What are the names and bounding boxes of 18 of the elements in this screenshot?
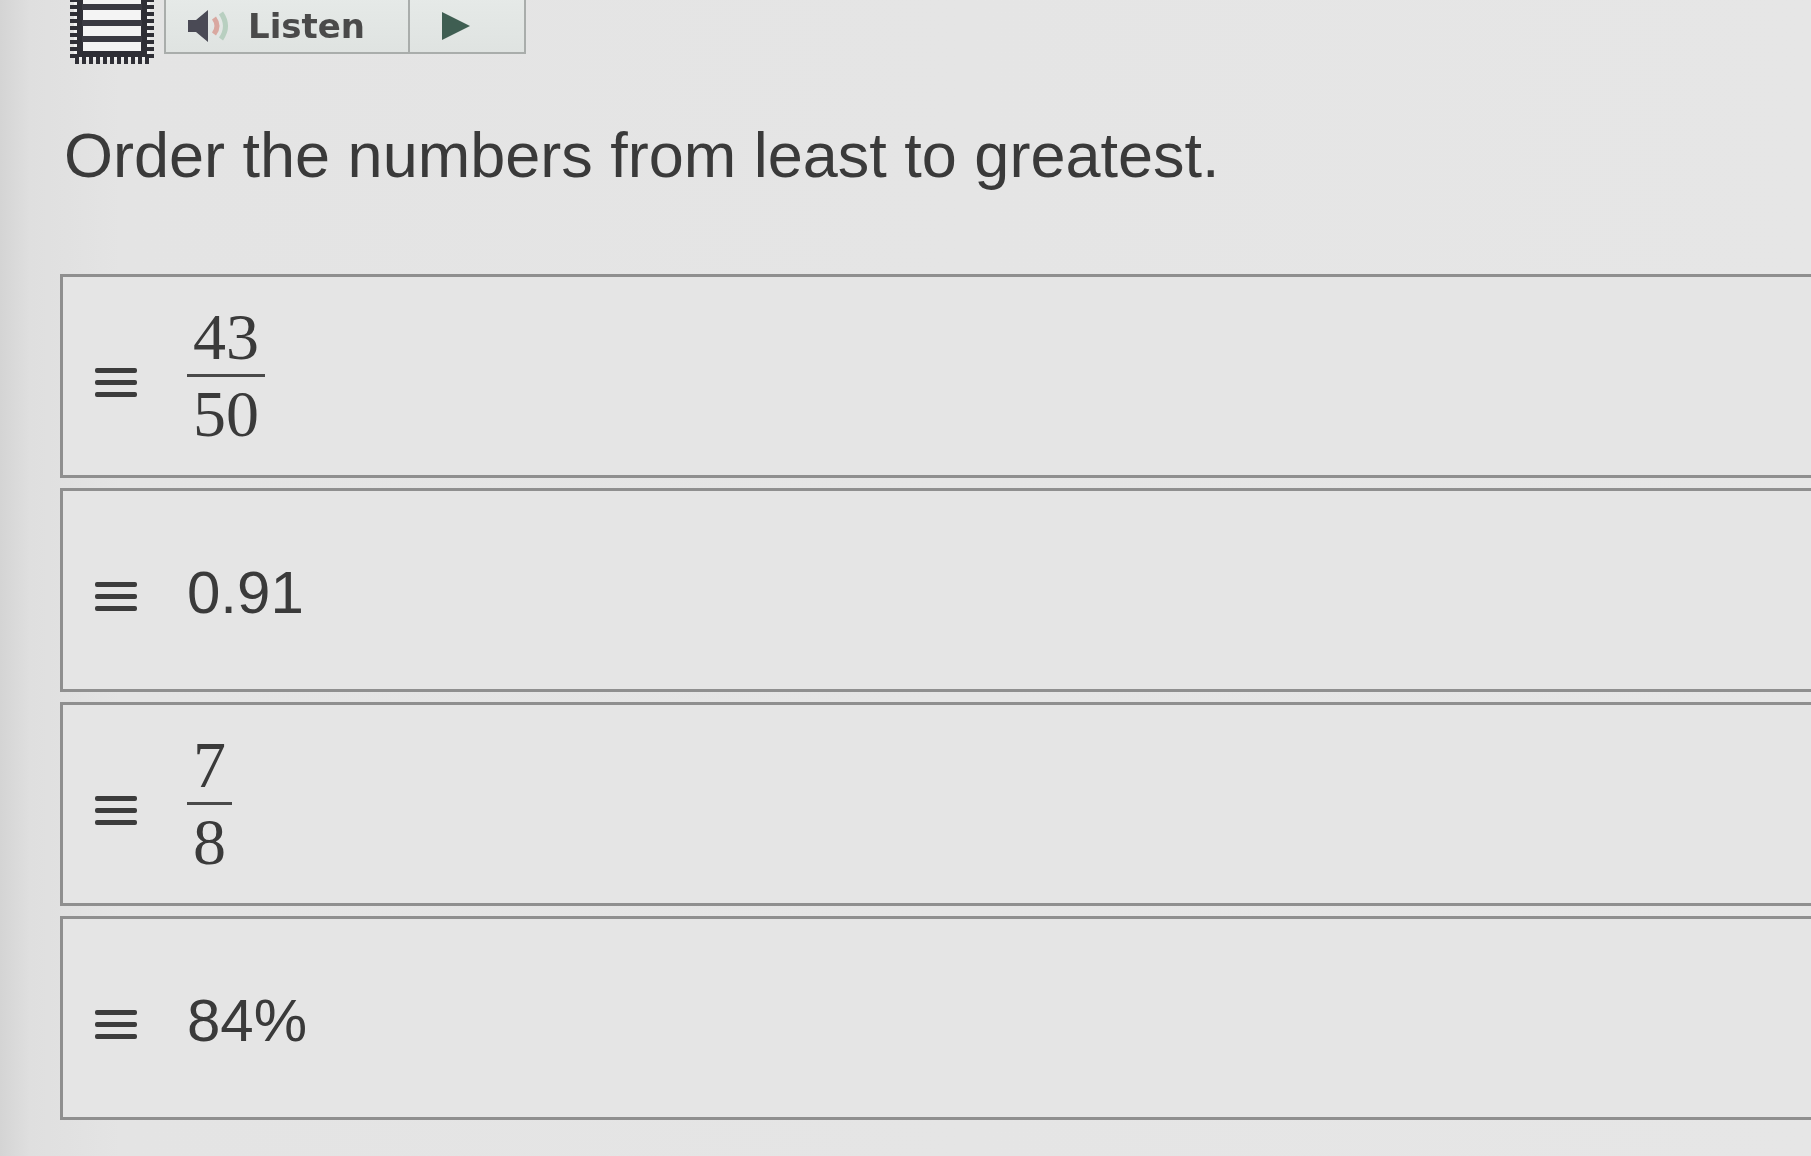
fraction-numerator: 43 <box>187 304 265 378</box>
question-prompt: Order the numbers from least to greatest. <box>64 119 1220 192</box>
fraction-denominator: 8 <box>193 805 226 876</box>
number-value: 84% <box>187 990 308 1051</box>
fraction-numerator: 7 <box>187 732 232 806</box>
fraction-denominator: 50 <box>193 377 259 448</box>
listen-button[interactable]: Listen <box>164 0 408 54</box>
sortable-answer-tile[interactable]: 7 8 <box>60 701 1811 906</box>
sortable-answer-tile[interactable]: 84% <box>60 915 1811 1120</box>
drag-handle-icon[interactable] <box>95 793 137 828</box>
drag-handle-icon[interactable] <box>95 1007 137 1042</box>
drag-handle-icon[interactable] <box>95 579 137 614</box>
drag-handle-icon[interactable] <box>95 365 137 400</box>
sortable-answer-tile[interactable]: 43 50 <box>60 273 1811 478</box>
play-icon <box>440 10 472 42</box>
number-value: 0.91 <box>187 562 304 623</box>
sortable-answer-tile[interactable]: 0.91 <box>60 487 1811 692</box>
play-button[interactable] <box>408 0 526 54</box>
